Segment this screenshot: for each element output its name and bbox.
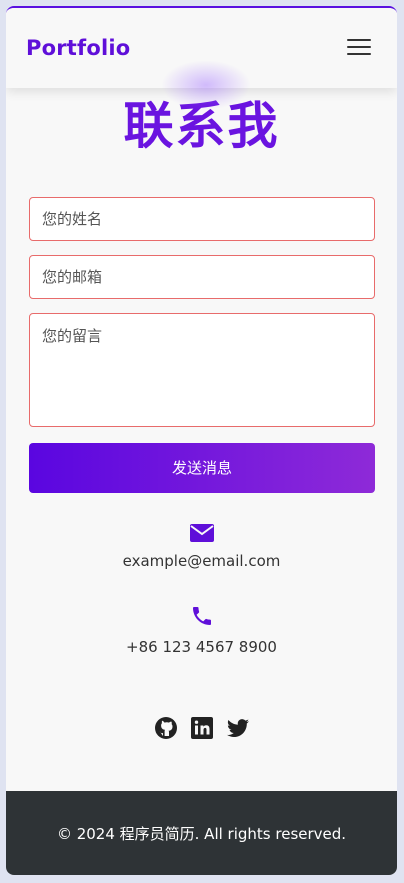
name-placeholder: 您的姓名 bbox=[42, 210, 103, 228]
send-message-button[interactable]: 发送消息 bbox=[29, 443, 375, 493]
envelope-icon bbox=[189, 524, 214, 542]
email-placeholder: 您的邮箱 bbox=[42, 268, 103, 286]
email-input[interactable]: 您的邮箱 bbox=[29, 255, 375, 299]
phone-info: +86 123 4567 8900 bbox=[6, 604, 397, 656]
footer-copyright: © 2024 程序员简历. All rights reserved. bbox=[56, 825, 347, 843]
email-info: example@email.com bbox=[6, 524, 397, 570]
message-textarea[interactable]: 您的留言 bbox=[29, 313, 375, 427]
github-icon[interactable] bbox=[154, 716, 178, 740]
logo[interactable]: Portfolio bbox=[26, 36, 130, 60]
title-glow bbox=[161, 60, 251, 110]
name-input[interactable]: 您的姓名 bbox=[29, 197, 375, 241]
page-frame: Portfolio 联系我 您的姓名 您的邮箱 您的留言 发送消息 exampl… bbox=[6, 6, 397, 875]
message-placeholder: 您的留言 bbox=[42, 327, 103, 345]
footer: © 2024 程序员简历. All rights reserved. bbox=[6, 791, 397, 875]
phone-icon bbox=[192, 607, 211, 625]
twitter-icon[interactable] bbox=[226, 716, 250, 740]
linkedin-icon[interactable] bbox=[190, 716, 214, 740]
email-text[interactable]: example@email.com bbox=[6, 552, 397, 570]
social-links bbox=[152, 716, 252, 742]
phone-text[interactable]: +86 123 4567 8900 bbox=[6, 638, 397, 656]
hamburger-menu-icon[interactable] bbox=[347, 38, 373, 58]
